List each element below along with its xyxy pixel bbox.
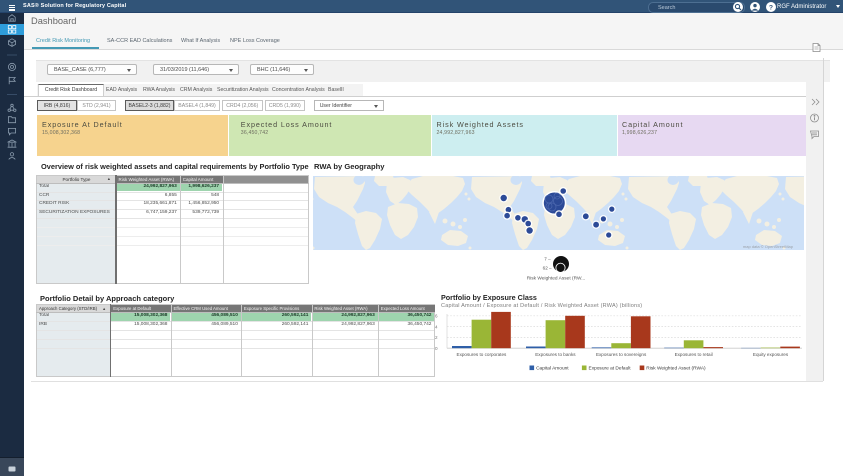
svg-text:0: 0 [435,346,438,351]
svg-text:Risk Weighted Asset (RW...: Risk Weighted Asset (RW... [527,276,585,282]
svg-text:map data © OpenStreetMap: map data © OpenStreetMap [743,244,794,249]
svg-text:Risk Weighted Asset (RWA): Risk Weighted Asset (RWA) [646,366,706,372]
svg-text:62 –: 62 – [543,266,552,271]
svg-text:4: 4 [435,324,438,329]
svg-text:Exposures to banks: Exposures to banks [535,352,576,357]
svg-text:Equity exposures: Equity exposures [753,352,789,357]
svg-text:Capital Amount: Capital Amount [536,366,569,372]
svg-text:7 –: 7 – [544,256,551,261]
svg-text:Exposures to retail: Exposures to retail [675,352,713,357]
svg-text:6: 6 [435,314,438,319]
svg-text:?: ? [769,4,773,11]
svg-text:2: 2 [435,335,438,340]
svg-text:Exposures to corporates: Exposures to corporates [457,352,507,357]
svg-text:Exposure at Default: Exposure at Default [589,366,632,372]
svg-text:Exposures to sovereigns: Exposures to sovereigns [596,352,647,357]
